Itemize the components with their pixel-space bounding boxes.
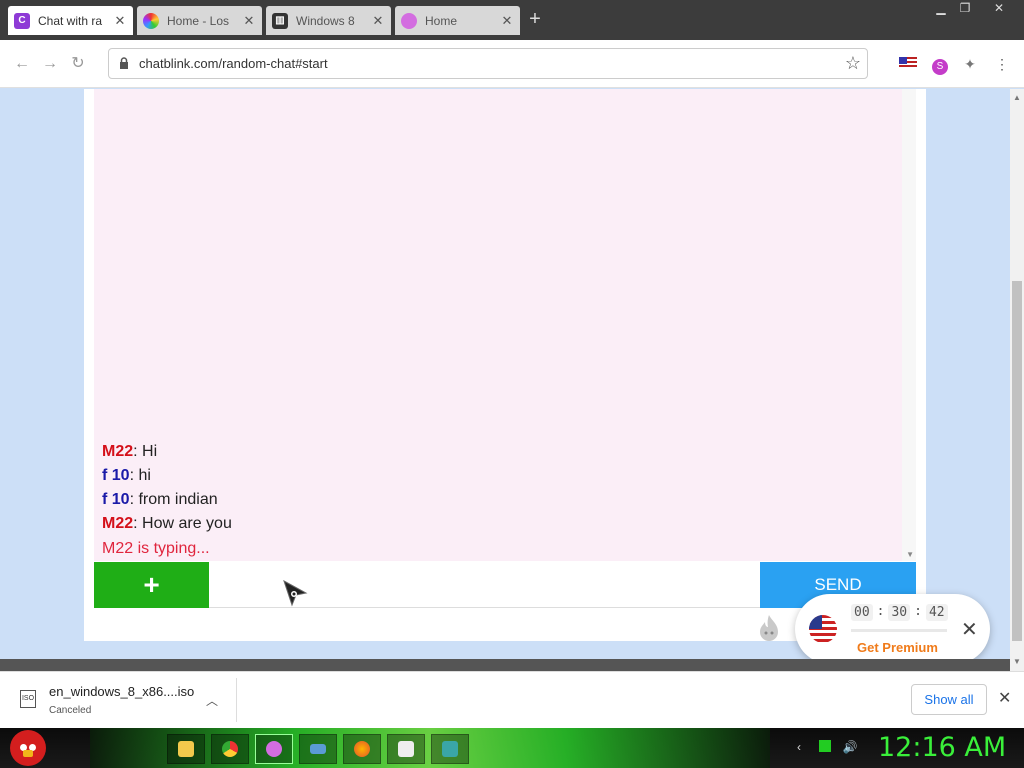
menu-kebab-icon[interactable]: ⋮ [992,54,1012,74]
close-icon[interactable]: ✕ [500,13,514,29]
us-flag-extension-icon[interactable] [898,54,918,74]
taskbar: ‹ 🔊 12:16 AM [0,728,1024,768]
web-page: M22: Hi f 10: hi f 10: from indian M22: … [0,89,1010,671]
get-premium-link[interactable]: Get Premium [857,640,938,655]
us-flag-icon [809,615,837,643]
download-filename[interactable]: en_windows_8_x86....iso [49,684,194,699]
show-all-button[interactable]: Show all [911,684,987,715]
page-scrollbar[interactable]: ▲ ▼ [1010,89,1024,671]
chatblink-icon: C [14,12,30,29]
tray-app-icon[interactable] [817,740,833,756]
fire-icon[interactable] [756,613,782,643]
volume-icon[interactable]: 🔊 [842,740,858,756]
shelf-divider [236,678,237,722]
new-tab-button[interactable]: + [526,8,544,31]
scroll-down-arrow-icon[interactable]: ▼ [1010,655,1024,669]
tab-home[interactable]: Home ✕ [395,6,520,35]
tab-chat[interactable]: C Chat with ra ✕ [8,6,133,35]
close-icon[interactable]: ✕ [961,617,978,642]
colorful-wheel-icon [143,12,159,29]
chat-log: M22: Hi f 10: hi f 10: from indian M22: … [94,89,916,561]
timer-minutes: 30 [888,604,911,621]
tab-home-los[interactable]: Home - Los ✕ [137,6,262,35]
start-button-angry-bird-icon[interactable] [10,730,46,766]
taskbar-clock[interactable]: 12:16 AM [878,732,1006,763]
browser-toolbar: ← → ↻ chatblink.com/random-chat#start ☆ … [0,40,1024,88]
tab-windows8[interactable]: ▥ Windows 8 ✕ [266,6,391,35]
file-explorer-icon[interactable] [167,734,205,764]
tab-title: Home - Los [167,13,230,28]
tab-title: Chat with ra [38,13,103,28]
premium-popup: 00: 30: 42 Get Premium ✕ [795,594,990,664]
message-text: : Hi [133,443,158,460]
chat-message: M22: How are you [102,515,232,533]
calculator-icon[interactable] [387,734,425,764]
keyboard-icon[interactable] [299,734,337,764]
message-text: : hi [129,467,151,484]
tab-title: Home [425,13,458,28]
bookmark-star-icon[interactable]: ☆ [845,53,861,74]
iso-file-icon: ISO [20,690,36,708]
forward-arrow-icon[interactable]: → [40,54,60,74]
tab-strip: C Chat with ra ✕ Home - Los ✕ ▥ Windows … [0,0,1024,40]
message-nick: f 10 [102,467,130,484]
chat-card: M22: Hi f 10: hi f 10: from indian M22: … [84,89,926,641]
desktop: C Chat with ra ✕ Home - Los ✕ ▥ Windows … [0,0,1024,768]
lock-icon [120,57,128,69]
close-icon[interactable]: ✕ [113,13,127,29]
chat-message: f 10: hi [102,467,151,485]
downloads-shelf: ISO en_windows_8_x86....iso Canceled ︿ S… [0,671,1024,728]
chevron-up-icon[interactable]: ︿ [206,692,218,709]
reload-icon[interactable]: ↻ [68,54,88,74]
close-icon[interactable]: ✕ [371,13,385,29]
chat-message: M22: Hi [102,443,157,461]
close-icon[interactable]: ✕ [242,13,256,29]
message-nick: f 10 [102,491,130,508]
chat-message: f 10: from indian [102,491,218,509]
scrollbar-thumb[interactable] [1012,281,1022,641]
message-nick: M22 [102,443,134,460]
mouse-cursor-icon [283,579,308,607]
restore-icon[interactable]: ❐ [950,0,980,18]
archive-icon: ▥ [272,12,288,29]
tray-arrow-icon[interactable]: ‹ [791,740,807,756]
typing-indicator: M22 is typing... [102,540,210,557]
monitor-app-icon[interactable] [431,734,469,764]
scroll-down-arrow-icon[interactable]: ▼ [906,550,914,559]
premium-timer: 00: 30: 42 [851,604,948,621]
chat-scrollbar[interactable] [902,89,916,561]
timer-bar [851,629,947,632]
timer-hours: 00 [851,604,873,621]
message-text: : How are you [133,515,232,532]
close-icon[interactable]: ✕ [998,688,1011,708]
puzzle-extensions-icon[interactable]: ✦ [960,54,980,74]
firefox-icon[interactable] [343,734,381,764]
url-text: chatblink.com/random-chat#start [139,56,328,71]
download-status: Canceled [49,705,92,716]
address-bar[interactable]: chatblink.com/random-chat#start ☆ [108,48,868,79]
scroll-up-arrow-icon[interactable]: ▲ [1010,91,1024,105]
timer-seconds: 42 [925,604,948,621]
add-button[interactable]: + [94,562,209,608]
s-extension-icon[interactable]: S [930,54,950,75]
message-text: : from indian [129,491,218,508]
window-close-icon[interactable]: ✕ [984,0,1014,18]
message-nick: M22 [102,515,134,532]
chrome-icon[interactable] [211,734,249,764]
chatblink-app-icon[interactable] [255,734,293,764]
tab-title: Windows 8 [296,13,355,28]
chatblink-home-icon [401,12,417,29]
back-arrow-icon[interactable]: ← [12,54,32,74]
page-footer-strip [0,659,1010,671]
